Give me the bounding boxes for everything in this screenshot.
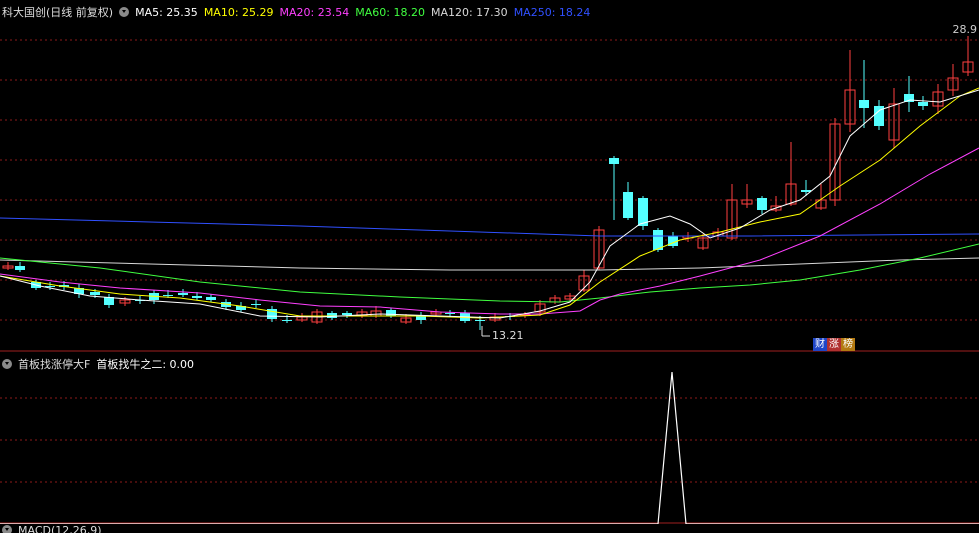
candle-body-down bbox=[178, 293, 188, 295]
indicator-header: 首板找涨停大F 首板找牛之二: 0.00 bbox=[2, 356, 194, 372]
ma120-label: MA120: 17.30 bbox=[430, 5, 508, 19]
candle-body-down bbox=[623, 192, 633, 218]
candle-body-down bbox=[859, 100, 869, 108]
macd-title: MACD(12,26,9) bbox=[18, 524, 102, 533]
indicator-value: 首板找牛之二: 0.00 bbox=[96, 358, 195, 371]
price-high-label: 28.9 bbox=[952, 23, 978, 36]
candle-body-down bbox=[206, 297, 216, 300]
candle-body-down bbox=[192, 296, 202, 298]
ma5-label: MA5: 25.35 bbox=[135, 5, 198, 19]
badge-group: 财 涨 榜 bbox=[813, 338, 855, 351]
indicator-line bbox=[0, 371, 979, 524]
candle-body-down bbox=[251, 304, 261, 305]
indicator-chart[interactable] bbox=[0, 352, 979, 524]
candle-body-down bbox=[90, 292, 100, 295]
ma20-line bbox=[0, 147, 979, 315]
main-chart-pane[interactable]: 科大国创(日线 前复权) MA5: 25.35 MA10: 25.29 MA20… bbox=[0, 0, 979, 352]
candle-body-down bbox=[445, 313, 455, 314]
candle-body-down bbox=[386, 310, 396, 316]
candle-body-down bbox=[163, 295, 173, 296]
candle-body-down bbox=[342, 313, 352, 315]
candle-body-down bbox=[609, 158, 619, 164]
candle-body-down bbox=[801, 190, 811, 192]
ma60-line bbox=[0, 243, 979, 303]
candle-body-down bbox=[15, 266, 25, 270]
dropdown-circle-icon[interactable] bbox=[2, 359, 12, 369]
candle-body-down bbox=[475, 320, 485, 321]
ma10-label: MA10: 25.29 bbox=[203, 5, 274, 19]
rank-badge[interactable]: 榜 bbox=[841, 338, 855, 351]
ma60-label: MA60: 18.20 bbox=[355, 5, 425, 19]
main-chart-header: 科大国创(日线 前复权) MA5: 25.35 MA10: 25.29 MA20… bbox=[2, 4, 590, 20]
candlestick-chart[interactable] bbox=[0, 0, 979, 352]
ma250-line bbox=[0, 217, 979, 237]
candle-body-down bbox=[757, 198, 767, 210]
ma120-line bbox=[0, 257, 979, 271]
finance-badge[interactable]: 财 bbox=[813, 338, 827, 351]
candle-body-down bbox=[918, 102, 928, 106]
ma20-label: MA20: 23.54 bbox=[279, 5, 350, 19]
ma10-line bbox=[0, 87, 979, 319]
indicator-title: 首板找涨停大F bbox=[18, 358, 91, 371]
dropdown-circle-icon[interactable] bbox=[119, 7, 130, 17]
dropdown-circle-icon[interactable] bbox=[2, 525, 12, 533]
ma250-label: MA250: 18.24 bbox=[513, 5, 591, 19]
rise-badge[interactable]: 涨 bbox=[827, 338, 841, 351]
stock-title: 科大国创(日线 前复权) bbox=[2, 6, 114, 19]
indicator-pane[interactable]: 首板找涨停大F 首板找牛之二: 0.00 bbox=[0, 352, 979, 524]
macd-pane[interactable]: MACD(12,26,9) bbox=[0, 524, 979, 533]
price-low-label: 13.21 bbox=[492, 329, 524, 342]
macd-header: MACD(12,26,9) bbox=[2, 524, 102, 533]
candle-body-down bbox=[282, 320, 292, 321]
